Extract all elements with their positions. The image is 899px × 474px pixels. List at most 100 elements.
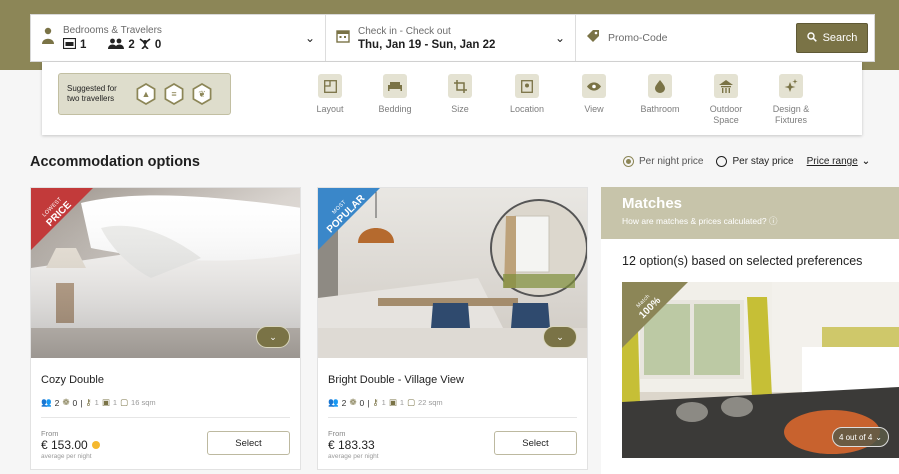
- house-icon: [714, 74, 738, 98]
- children-count: 0: [154, 38, 162, 51]
- suggested-line-2: two travellers: [67, 94, 115, 103]
- crop-icon: [448, 74, 472, 98]
- expand-button[interactable]: ⌄: [256, 326, 290, 348]
- size-icon: ▢: [120, 397, 129, 407]
- divider: [328, 417, 577, 418]
- chevron-down-icon: ⌄: [554, 31, 565, 45]
- matches-info-link[interactable]: How are matches & prices calculated? ⓘ: [622, 215, 777, 227]
- suggested-text: Suggested for two travellers: [67, 84, 129, 104]
- dates-value: Thu, Jan 19 - Sun, Jan 22: [358, 38, 496, 51]
- sparkle-star-icon: [779, 74, 803, 98]
- chevron-down-icon: ⌄: [556, 331, 564, 342]
- adults-count: 2: [54, 397, 60, 408]
- mountain-hex-icon: ▲: [136, 83, 156, 105]
- suggested-for-two-button[interactable]: Suggested for two travellers ▲ ≡ ❦: [58, 73, 231, 115]
- price-range-dropdown[interactable]: Price range ⌄: [807, 156, 871, 167]
- dates-label: Check in - Check out: [358, 25, 451, 37]
- price-value: € 183.33: [328, 438, 375, 452]
- pager-label: 4 out of 4: [838, 432, 873, 442]
- adults-count: 2: [341, 397, 347, 408]
- travelers-selector[interactable]: Bedrooms & Travelers 1 2 0 ⌄: [31, 15, 326, 61]
- from-label: From: [41, 429, 59, 438]
- building-hex-icon: ≡: [164, 83, 184, 105]
- expand-button[interactable]: ⌄: [543, 326, 577, 348]
- select-button[interactable]: Select: [207, 431, 290, 455]
- category-outdoor-space[interactable]: Outdoor Space: [698, 74, 754, 126]
- category-size[interactable]: Size: [432, 74, 488, 115]
- room-size: 22 sqm: [418, 398, 443, 407]
- matches-count: 12 option(s) based on selected preferenc…: [622, 254, 863, 268]
- category-layout[interactable]: Layout: [302, 74, 358, 115]
- room-photo[interactable]: LOWEST PRICE ⌄: [31, 188, 300, 358]
- radio-empty-icon: [716, 156, 728, 167]
- layout-icon: [318, 74, 342, 98]
- bedrooms-count: 1: [80, 38, 87, 51]
- room-card: LOWEST PRICE ⌄ Cozy Double 👥 2 ❁ 0 | ⚷ 1…: [30, 187, 301, 470]
- category-design-fixtures[interactable]: Design & Fixtures: [763, 74, 819, 126]
- category-location[interactable]: Location: [499, 74, 555, 115]
- keys-count: 1: [381, 398, 386, 407]
- price-options: Per night price Per stay price Price ran…: [623, 156, 883, 167]
- chevron-down-icon: ⌄: [875, 432, 882, 442]
- suggested-line-1: Suggested for: [67, 84, 117, 93]
- preferences-bar: Suggested for two travellers ▲ ≡ ❦ Layou…: [42, 62, 862, 135]
- room-features: 👥 2 ❁ 0 | ⚷ 1 ▣ 1 ▢ 22 sqm: [328, 397, 443, 408]
- room-price: € 183.33: [328, 438, 375, 452]
- key-icon: ⚷: [372, 397, 379, 407]
- chevron-down-icon: ⌄: [269, 331, 277, 342]
- chevron-down-icon: ⌄: [304, 31, 315, 45]
- search-icon: [806, 31, 817, 45]
- search-bar: Bedrooms & Travelers 1 2 0 ⌄ Check in - …: [30, 14, 875, 62]
- room-name: Bright Double - Village View: [328, 374, 464, 386]
- category-label: View: [584, 104, 604, 114]
- radio-selected-icon: [623, 156, 634, 167]
- search-button-label: Search: [822, 32, 858, 44]
- category-view[interactable]: View: [566, 74, 622, 115]
- adults-icon: 👥: [328, 397, 339, 407]
- divider: [41, 417, 290, 418]
- match-room-photo[interactable]: Match 100% 4 out of 4 ⌄: [622, 282, 899, 458]
- adults-count: 2: [128, 38, 135, 51]
- divider: |: [80, 397, 83, 408]
- location-pin-icon: [515, 74, 539, 98]
- room-features: 👥 2 ❁ 0 | ⚷ 1 ▣ 1 ▢ 16 sqm: [41, 397, 156, 408]
- bed-icon: [383, 74, 407, 98]
- eye-icon: [582, 74, 606, 98]
- key-icon: ⚷: [85, 397, 92, 407]
- promo-code-field[interactable]: Promo-Code: [576, 15, 796, 61]
- person-icon: [41, 27, 55, 50]
- plant-hex-icon: ❦: [192, 83, 212, 105]
- category-bathroom[interactable]: Bathroom: [632, 74, 688, 115]
- pager-dropdown[interactable]: 4 out of 4 ⌄: [831, 427, 889, 447]
- section-title: Accommodation options: [30, 154, 200, 170]
- category-label: Bathroom: [640, 104, 680, 114]
- children-icon: ❁: [62, 397, 70, 407]
- category-bedding[interactable]: Bedding: [367, 74, 423, 115]
- price-range-label: Price range: [806, 156, 858, 167]
- info-icon: ⓘ: [768, 216, 778, 226]
- search-button[interactable]: Search: [796, 23, 868, 53]
- average-label: average per night: [41, 453, 92, 460]
- per-stay-label: Per stay price: [732, 156, 794, 167]
- select-button[interactable]: Select: [494, 431, 577, 455]
- room-price: € 153.00: [41, 438, 100, 452]
- children-count: 0: [359, 397, 365, 408]
- bedroom-icon: [62, 37, 77, 52]
- category-label: Outdoor Space: [709, 104, 743, 125]
- per-stay-radio[interactable]: Per stay price: [716, 156, 794, 167]
- price-indicator-dot: [91, 441, 100, 449]
- children-count: 0: [72, 397, 78, 408]
- matches-panel: Matches How are matches & prices calcula…: [601, 187, 899, 474]
- promo-code-input[interactable]: Promo-Code: [608, 32, 668, 44]
- adults-icon: 👥: [41, 397, 52, 407]
- water-drop-icon: [648, 74, 672, 98]
- keys-count: 1: [94, 398, 99, 407]
- category-label: Design & Fixtures: [772, 104, 810, 125]
- room-photo[interactable]: MOST POPULAR ⌄: [318, 188, 587, 358]
- travelers-label: Bedrooms & Travelers: [63, 24, 162, 36]
- beds-count: 1: [112, 398, 118, 407]
- per-night-radio[interactable]: Per night price: [623, 156, 703, 167]
- dates-selector[interactable]: Check in - Check out Thu, Jan 19 - Sun, …: [326, 15, 576, 61]
- bedroom-icon: ▣: [388, 397, 397, 407]
- beds-count: 1: [399, 398, 405, 407]
